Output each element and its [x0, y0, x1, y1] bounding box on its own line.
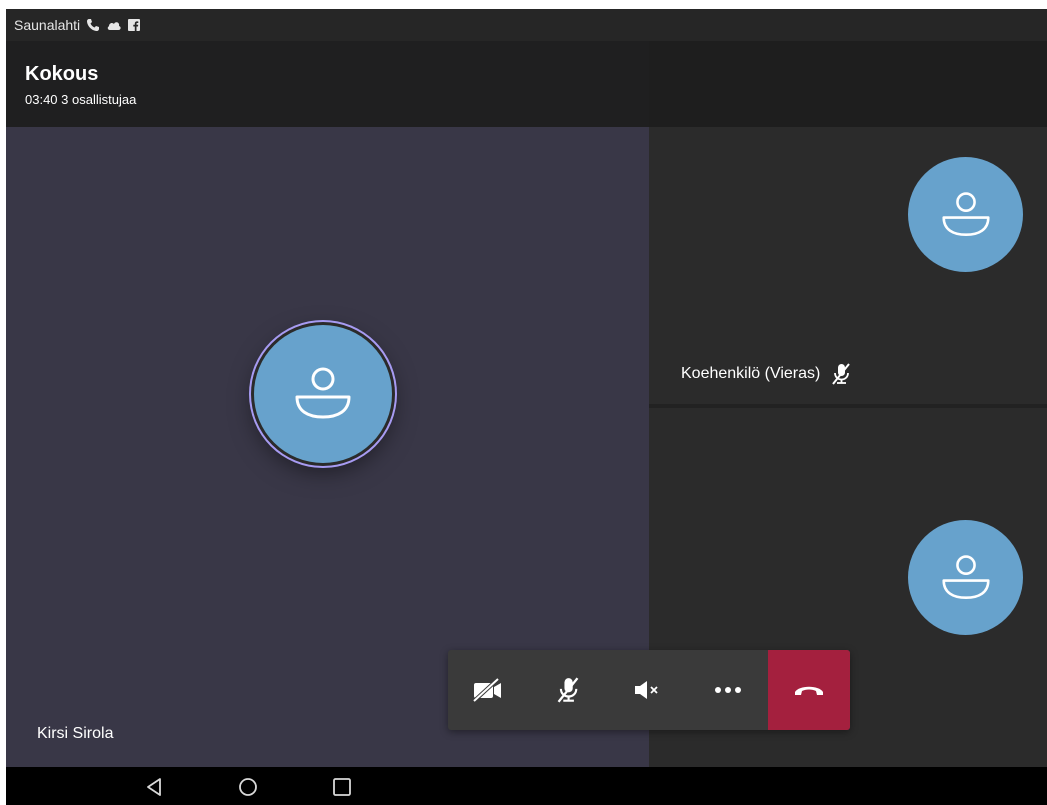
home-button[interactable]: [238, 777, 258, 802]
carrier-label: Saunalahti: [14, 17, 81, 33]
phone-icon: [86, 18, 100, 32]
main-participant-name: Kirsi Sirola: [37, 725, 114, 742]
participant-avatar-2: [908, 520, 1023, 635]
more-icon: [715, 687, 741, 693]
meeting-title: Kokous: [25, 63, 99, 85]
person-icon: [295, 367, 351, 419]
status-bar: Saunalahti: [6, 9, 1047, 41]
mic-off-icon: [557, 677, 579, 703]
person-icon: [941, 554, 990, 599]
mic-toggle-button[interactable]: [528, 650, 608, 730]
participant-name-1: Koehenkilö (Vieras): [681, 365, 821, 382]
main-participant-avatar: [254, 325, 392, 463]
person-icon: [941, 191, 990, 236]
meeting-subtitle: 03:40 3 osallistujaa: [25, 92, 137, 107]
more-options-button[interactable]: [688, 650, 768, 730]
participant-avatar-1: [908, 157, 1023, 272]
video-toggle-button[interactable]: [448, 650, 528, 730]
speaker-toggle-button[interactable]: [608, 650, 688, 730]
mic-off-icon: [832, 363, 851, 385]
recents-icon: [333, 778, 351, 796]
video-off-icon: [472, 677, 501, 703]
recents-button[interactable]: [332, 777, 352, 802]
header-right-panel: [649, 41, 1047, 127]
participant-name-1-row: Koehenkilö (Vieras): [681, 362, 852, 386]
speaker-off-icon: [635, 681, 658, 699]
meeting-header: [6, 41, 649, 127]
home-icon: [239, 778, 257, 796]
call-controls: [448, 650, 850, 730]
android-nav-bar: [6, 767, 1047, 805]
cloud-icon: [106, 19, 122, 31]
back-icon: [147, 778, 161, 796]
hangup-icon: [795, 686, 823, 695]
back-button[interactable]: [144, 777, 164, 802]
hangup-button[interactable]: [768, 650, 850, 730]
facebook-icon: [128, 19, 141, 31]
